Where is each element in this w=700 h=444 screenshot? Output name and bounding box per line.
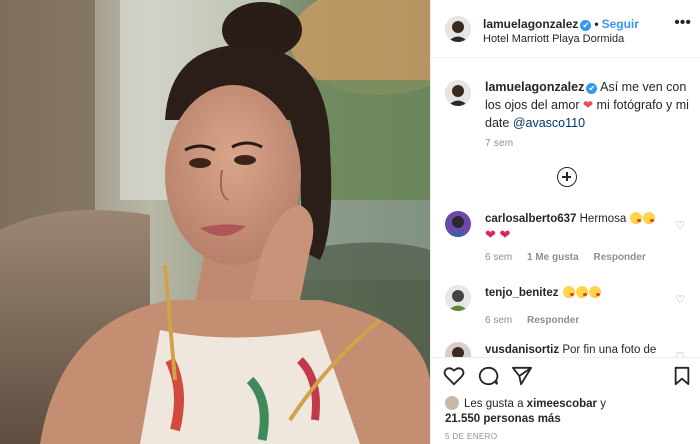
reply-button[interactable]: Responder [527,315,579,326]
portrait-image [0,0,430,444]
red-heart-emoji: ❤ [582,98,594,112]
comment-text: tenjo_benitez [485,285,665,301]
comment-time[interactable]: 6 sem [485,315,512,326]
follow-button[interactable]: Seguir [602,17,639,31]
red-hearts-emoji: ❤ ❤ [485,227,511,242]
likes-prefix: Les gusta a [464,398,524,410]
caption-username[interactable]: lamuelagonzalez [485,80,584,94]
caption-mention-link[interactable]: @avasco110 [513,116,585,130]
action-bar [443,366,693,392]
comment-username[interactable]: vusdanisortiz [485,344,559,356]
comment-like-heart-icon[interactable]: ♡ [675,219,685,232]
post-caption: lamuelagonzalez ✔ Así me ven con los ojos… [445,78,693,149]
kiss-emoji-icon [575,286,588,298]
like-heart-icon[interactable] [443,366,465,386]
separator-dot: • [594,17,599,31]
comment-text: vusdanisortiz Por fin una foto de [485,342,665,357]
post-location[interactable]: Hotel Marriott Playa Dormida [483,33,624,45]
comment-like-heart-icon[interactable]: ♡ [675,350,685,357]
comment-username[interactable]: tenjo_benitez [485,287,558,299]
comment-item: tenjo_benitez 6 sem Responder ♡ [445,285,695,326]
comment-bubble-icon[interactable] [477,366,499,386]
verified-badge-icon: ✔ [580,20,592,31]
post-header: lamuelagonzalez ✔ • Seguir Hotel Marriott P… [431,0,700,58]
comment-meta: 6 sem 1 Me gusta Responder [485,252,695,263]
comment-like-count[interactable]: 1 Me gusta [527,252,579,263]
author-username[interactable]: lamuelagonzalez [483,17,578,31]
comment-username[interactable]: carlosalberto637 [485,213,576,225]
kiss-emoji-icon [562,286,575,298]
author-avatar[interactable] [445,16,471,42]
comment-item: vusdanisortiz Por fin una foto de ♡ [445,342,695,357]
kiss-emoji-icon [588,286,601,298]
comment-body: Hermosa [579,213,627,225]
more-dots-icon[interactable]: ••• [674,15,691,31]
liker-username[interactable]: ximeescobar [527,398,597,410]
caption-avatar[interactable] [445,80,471,106]
comment-meta: 6 sem Responder [485,315,695,326]
likes-count[interactable]: 21.550 personas más [445,413,561,425]
post-actions: Les gusta a ximeescobar y 21.550 persona… [431,357,700,444]
post-date[interactable]: 5 DE ENERO [445,432,497,441]
reply-button[interactable]: Responder [593,252,645,263]
liker-avatar[interactable] [445,396,459,410]
load-more-comments-icon[interactable] [557,167,577,187]
commenter-avatar[interactable] [445,285,471,311]
comment-time[interactable]: 6 sem [485,252,512,263]
commenter-avatar[interactable] [445,342,471,357]
comment-text: carlosalberto637 Hermosa ❤ ❤ [485,211,665,244]
kiss-emoji-icon [630,212,643,224]
caption-timestamp[interactable]: 7 sem [485,138,513,149]
kiss-emoji-icon [643,212,656,224]
instagram-post: lamuelagonzalez ✔ • Seguir Hotel Marriott P… [0,0,700,444]
comment-body: Por fin una foto de [562,344,657,356]
comment-item: carlosalberto637 Hermosa ❤ ❤ 6 sem 1 Me … [445,211,695,263]
share-paper-plane-icon[interactable] [511,366,533,386]
post-photo[interactable] [0,0,430,444]
commenter-avatar[interactable] [445,211,471,237]
save-bookmark-icon[interactable] [673,366,691,386]
author-line: lamuelagonzalez ✔ • Seguir [483,17,639,31]
comments-panel: lamuelagonzalez ✔ • Seguir Hotel Marriott P… [430,0,700,444]
verified-badge-icon: ✔ [586,83,598,94]
likes-connector: y [600,398,606,410]
comment-like-heart-icon[interactable]: ♡ [675,293,685,306]
likes-summary: Les gusta a ximeescobar y 21.550 persona… [445,396,685,427]
caption-text: lamuelagonzalez ✔ Así me ven con los ojos… [485,78,693,132]
